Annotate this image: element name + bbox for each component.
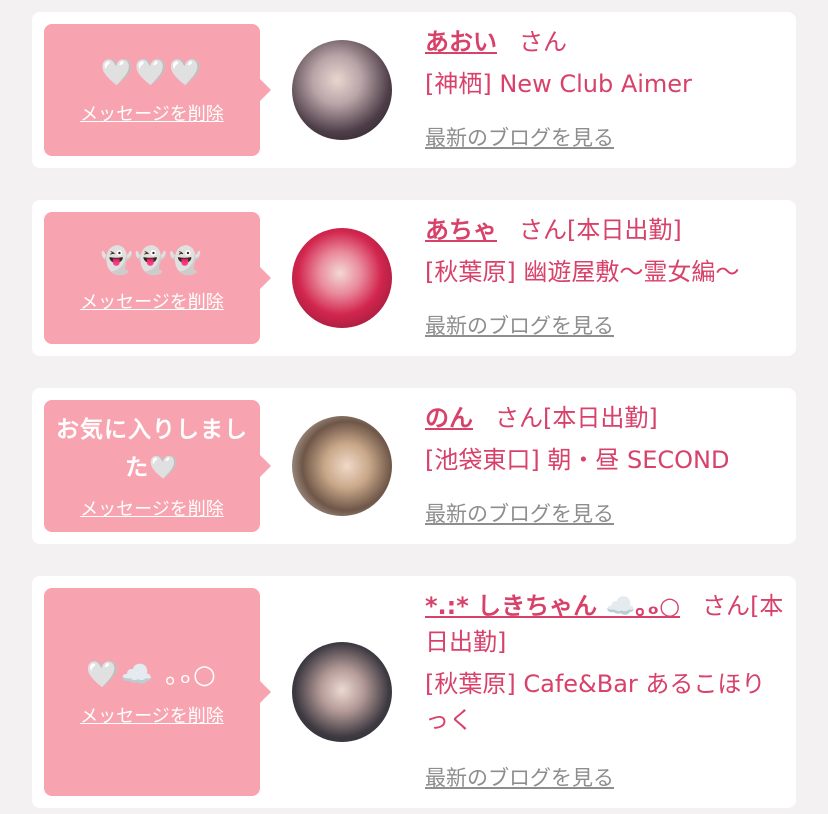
avatar[interactable] — [292, 40, 392, 140]
honorific: さん — [495, 404, 543, 432]
name-line: のん さん[本日出勤] — [425, 400, 785, 436]
girl-name-link[interactable]: あちゃ — [425, 216, 497, 244]
latest-blog-link[interactable]: 最新のブログを見る — [425, 310, 614, 340]
delete-message-link[interactable]: メッセージを削除 — [80, 100, 224, 126]
avatar[interactable] — [292, 416, 392, 516]
card-info: のん さん[本日出勤] [池袋東口] 朝・昼 SECOND — [425, 400, 785, 478]
message-text: 🤍☁️ ｡ₒ○ — [86, 660, 218, 690]
delete-message-link[interactable]: メッセージを削除 — [80, 288, 224, 314]
favorite-card: 🤍☁️ ｡ₒ○ メッセージを削除 *.:* しきちゃん ☁️｡ₒ○ さん[本日出勤… — [32, 576, 796, 808]
avatar[interactable] — [292, 228, 392, 328]
status-badge: [本日出勤] — [543, 404, 658, 432]
favorite-card: お気に入りしました🤍 メッセージを削除 のん さん[本日出勤] [池袋東口] 朝・… — [32, 388, 796, 544]
girl-name-link[interactable]: あおい — [425, 28, 497, 56]
card-info: あおい さん [神栖] New Club Aimer — [425, 24, 785, 102]
name-line: あおい さん — [425, 24, 785, 60]
message-bubble: お気に入りしました🤍 メッセージを削除 — [44, 400, 271, 532]
honorific: さん — [702, 592, 751, 620]
honorific: さん — [519, 216, 567, 244]
message-bubble: 🤍☁️ ｡ₒ○ メッセージを削除 — [44, 588, 271, 796]
latest-blog-link[interactable]: 最新のブログを見る — [425, 498, 614, 528]
shop-name: [秋葉原] 幽遊屋敷〜霊女編〜 — [425, 258, 740, 286]
honorific: さん — [519, 28, 567, 56]
latest-blog-link[interactable]: 最新のブログを見る — [425, 122, 614, 152]
status-badge: [本日出勤] — [567, 216, 682, 244]
latest-blog-link[interactable]: 最新のブログを見る — [425, 762, 614, 792]
name-line: *.:* しきちゃん ☁️｡ₒ○ さん[本日出勤] — [425, 588, 785, 660]
name-line: あちゃ さん[本日出勤] — [425, 212, 785, 248]
message-bubble: 👻👻👻 メッセージを削除 — [44, 212, 271, 344]
avatar[interactable] — [292, 642, 392, 742]
favorite-card: 🤍🤍🤍 メッセージを削除 あおい さん [神栖] New Club Aimer 最… — [32, 12, 796, 168]
delete-message-link[interactable]: メッセージを削除 — [80, 702, 224, 728]
girl-name-link[interactable]: のん — [425, 404, 473, 432]
girl-name-link[interactable]: *.:* しきちゃん ☁️｡ₒ○ — [425, 592, 680, 620]
shop-name: [池袋東口] 朝・昼 SECOND — [425, 446, 730, 474]
message-text: お気に入りしました🤍 — [56, 417, 248, 481]
delete-message-link[interactable]: メッセージを削除 — [80, 495, 224, 521]
card-info: あちゃ さん[本日出勤] [秋葉原] 幽遊屋敷〜霊女編〜 — [425, 212, 785, 290]
shop-name: [神栖] New Club Aimer — [425, 70, 692, 98]
message-bubble: 🤍🤍🤍 メッセージを削除 — [44, 24, 271, 156]
message-text: 🤍🤍🤍 — [100, 58, 204, 88]
shop-name: [秋葉原] Cafe&Bar あるこほりっく — [425, 670, 766, 734]
favorite-card: 👻👻👻 メッセージを削除 あちゃ さん[本日出勤] [秋葉原] 幽遊屋敷〜霊女編〜… — [32, 200, 796, 356]
message-text: 👻👻👻 — [100, 246, 204, 276]
card-info: *.:* しきちゃん ☁️｡ₒ○ さん[本日出勤] [秋葉原] Cafe&Bar … — [425, 588, 785, 738]
